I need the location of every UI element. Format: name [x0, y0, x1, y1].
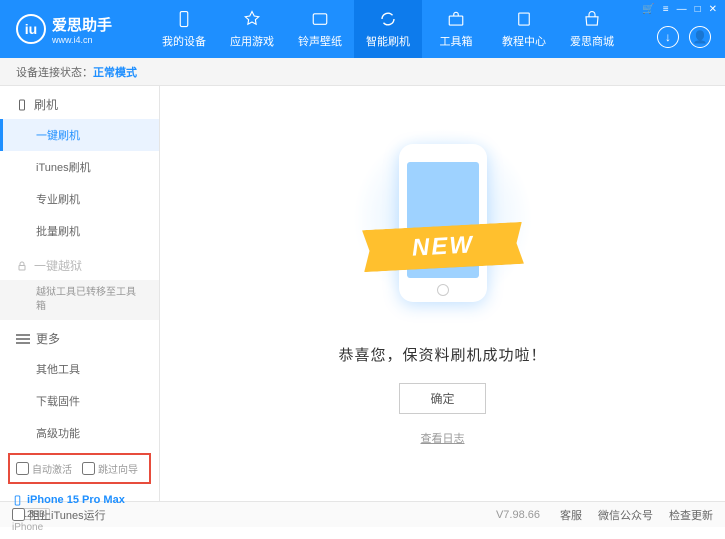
minimize-icon[interactable]: —	[677, 4, 687, 15]
main-content: NEW 恭喜您，保资料刷机成功啦！ 确定 查看日志	[160, 86, 725, 501]
nav-label: 爱思商城	[570, 33, 614, 49]
nav-my-device[interactable]: 我的设备	[150, 0, 218, 58]
nav-toolbox[interactable]: 工具箱	[422, 0, 490, 58]
sidebar-group-more[interactable]: 更多	[0, 320, 159, 353]
new-ribbon: NEW	[362, 222, 524, 272]
download-button[interactable]: ↓	[657, 26, 679, 48]
image-icon	[310, 9, 330, 29]
sidebar-item-oneclick[interactable]: 一键刷机	[0, 119, 159, 151]
cart-icon[interactable]: 🛒	[642, 4, 654, 15]
hamburger-icon	[16, 338, 30, 340]
checkbox-block-itunes[interactable]	[12, 508, 25, 521]
sidebar: 刷机 一键刷机 iTunes刷机 专业刷机 批量刷机 一键越狱 越狱工具已转移至…	[0, 86, 160, 501]
nav-tutorial[interactable]: 教程中心	[490, 0, 558, 58]
sidebar-group-flash[interactable]: 刷机	[0, 86, 159, 119]
nav-ringtone[interactable]: 铃声壁纸	[286, 0, 354, 58]
logo-area: iu 爱思助手 www.i4.cn	[0, 14, 150, 45]
ok-button[interactable]: 确定	[399, 383, 485, 414]
footer-link-support[interactable]: 客服	[560, 507, 582, 523]
store-icon	[582, 9, 602, 29]
device-icon	[12, 495, 23, 506]
logo-icon: iu	[16, 14, 46, 44]
nav-label: 铃声壁纸	[298, 33, 342, 49]
footer-link-wechat[interactable]: 微信公众号	[598, 507, 653, 523]
group-label: 刷机	[34, 96, 58, 113]
check-label: 自动激活	[32, 461, 72, 476]
nav-label: 我的设备	[162, 33, 206, 49]
status-mode: 正常模式	[93, 64, 137, 80]
nav-label: 智能刷机	[366, 33, 410, 49]
sidebar-item-batch[interactable]: 批量刷机	[0, 215, 159, 247]
menu-icon[interactable]: ≡	[663, 4, 669, 15]
footer-link-update[interactable]: 检查更新	[669, 507, 713, 523]
phone-icon	[174, 9, 194, 29]
sidebar-item-othertools[interactable]: 其他工具	[0, 353, 159, 385]
footer-check-label: 阻止iTunes运行	[29, 507, 106, 523]
nav-label: 工具箱	[440, 33, 473, 49]
check-auto-activate[interactable]: 自动激活	[16, 461, 72, 476]
sidebar-item-itunes[interactable]: iTunes刷机	[0, 151, 159, 183]
user-button[interactable]: 👤	[689, 26, 711, 48]
close-icon[interactable]: ✕	[709, 4, 717, 15]
status-prefix: 设备连接状态：	[16, 64, 93, 80]
nav-label: 应用游戏	[230, 33, 274, 49]
nav-label: 教程中心	[502, 33, 546, 49]
checkbox-auto[interactable]	[16, 462, 29, 475]
view-log-link[interactable]: 查看日志	[421, 430, 465, 446]
sidebar-item-download-fw[interactable]: 下载固件	[0, 385, 159, 417]
toolbox-icon	[446, 9, 466, 29]
connection-status-bar: 设备连接状态： 正常模式	[0, 58, 725, 86]
block-itunes-check[interactable]: 阻止iTunes运行	[12, 507, 106, 523]
phone-graphic-icon	[399, 144, 487, 302]
group-label: 一键越狱	[34, 257, 82, 274]
header-action-circles: ↓ 👤	[657, 26, 711, 48]
window-controls: 🛒 ≡ — □ ✕	[642, 4, 717, 15]
main-nav: 我的设备 应用游戏 铃声壁纸 智能刷机 工具箱 教程中心 爱思商城	[150, 0, 725, 58]
congrats-text: 恭喜您，保资料刷机成功啦！	[338, 344, 546, 365]
sidebar-group-jailbreak: 一键越狱	[0, 247, 159, 280]
maximize-icon[interactable]: □	[695, 4, 701, 15]
device-name[interactable]: iPhone 15 Pro Max	[12, 494, 147, 506]
sidebar-jailbreak-note: 越狱工具已转移至工具箱	[0, 280, 159, 320]
check-label: 跳过向导	[98, 461, 138, 476]
footer-links: 客服 微信公众号 检查更新	[560, 507, 713, 523]
device-type: iPhone	[12, 522, 147, 533]
phone-small-icon	[16, 99, 28, 111]
brand-title: 爱思助手	[52, 14, 112, 35]
app-header: iu 爱思助手 www.i4.cn 我的设备 应用游戏 铃声壁纸 智能刷机 工具…	[0, 0, 725, 58]
check-skip-guide[interactable]: 跳过向导	[82, 461, 138, 476]
version-label: V7.98.66	[496, 509, 540, 521]
lock-icon	[16, 260, 28, 272]
group-label: 更多	[36, 330, 60, 347]
sidebar-item-advanced[interactable]: 高级功能	[0, 417, 159, 449]
apps-icon	[242, 9, 262, 29]
refresh-icon	[378, 9, 398, 29]
sidebar-item-pro[interactable]: 专业刷机	[0, 183, 159, 215]
nav-store[interactable]: 爱思商城	[558, 0, 626, 58]
nav-smart-flash[interactable]: 智能刷机	[354, 0, 422, 58]
brand-url: www.i4.cn	[52, 35, 112, 45]
sidebar-checkbox-group: 自动激活 跳过向导	[8, 453, 151, 484]
book-icon	[514, 9, 534, 29]
nav-apps[interactable]: 应用游戏	[218, 0, 286, 58]
checkbox-skip[interactable]	[82, 462, 95, 475]
success-illustration: NEW	[353, 126, 533, 326]
